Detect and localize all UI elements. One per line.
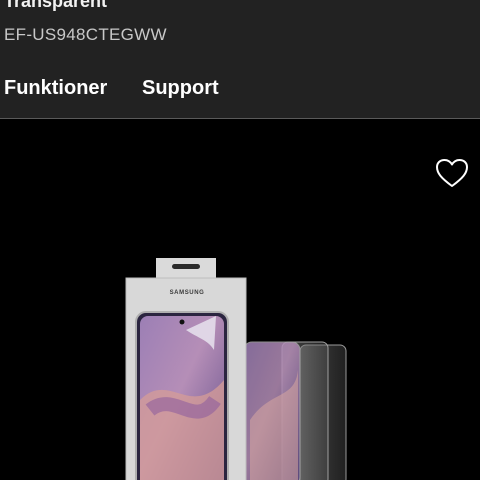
tab-support[interactable]: Support	[142, 76, 219, 100]
product-image	[125, 258, 347, 480]
product-header: Transparent EF-US948CTEGWW Funktioner Su…	[0, 0, 480, 119]
model-code: EF-US948CTEGWW	[4, 25, 167, 44]
tab-functions[interactable]: Funktioner	[4, 76, 107, 100]
box-brand-label: SAMSUNG	[169, 290, 205, 296]
heart-outline-icon	[436, 159, 468, 187]
product-name: Transparent	[4, 0, 108, 11]
protector-film-stack	[243, 341, 347, 480]
wishlist-button[interactable]	[434, 155, 470, 191]
